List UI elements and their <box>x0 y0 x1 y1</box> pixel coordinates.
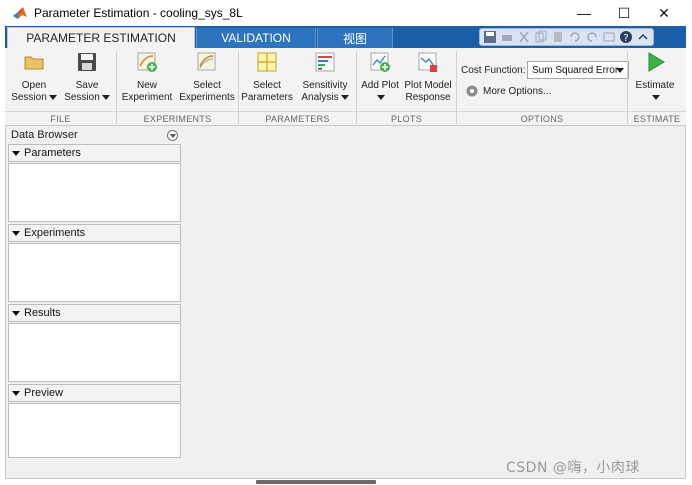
section-label-options: OPTIONS <box>457 111 627 125</box>
panel-title-parameters: Parameters <box>24 147 81 159</box>
maximize-button[interactable]: ☐ <box>604 0 644 26</box>
new-experiment-label: New Experiment <box>121 80 173 103</box>
horizontal-scrollbar[interactable] <box>256 480 376 484</box>
window-title: Parameter Estimation - cooling_sys_8L <box>34 6 243 20</box>
collapse-triangle-icon <box>12 390 20 396</box>
cost-function-dropdown[interactable]: Sum Squared Error <box>527 61 629 79</box>
select-experiments-button[interactable]: Select Experiments <box>177 50 237 112</box>
workspace-area: Data Browser Parameters Experiments Resu… <box>5 126 686 479</box>
close-button[interactable]: ✕ <box>644 0 684 26</box>
panel-title-preview: Preview <box>24 387 64 399</box>
section-label-plots: PLOTS <box>357 111 456 125</box>
data-browser-menu-icon[interactable] <box>167 130 178 141</box>
select-experiments-icon <box>197 52 216 71</box>
panel-header-experiments[interactable]: Experiments <box>8 224 181 242</box>
more-options-label: More Options... <box>483 85 552 97</box>
add-plot-icon <box>370 52 390 72</box>
tab-view[interactable]: 视图 <box>317 28 393 48</box>
matlab-logo-icon <box>13 7 27 19</box>
tab-parameter-estimation[interactable]: PARAMETER ESTIMATION <box>7 27 195 48</box>
panel-title-results: Results <box>24 307 61 319</box>
new-experiment-button[interactable]: New Experiment <box>119 50 175 112</box>
open-session-button[interactable]: Open Session <box>9 50 59 112</box>
panel-body-preview <box>8 403 181 458</box>
new-experiment-icon <box>137 52 157 72</box>
play-icon <box>648 52 665 72</box>
estimate-label: Estimate <box>636 80 674 104</box>
panel-body-experiments <box>8 243 181 302</box>
estimate-button[interactable]: Estimate <box>629 50 681 112</box>
sensitivity-analysis-button[interactable]: Sensitivity Analysis <box>297 50 353 112</box>
select-parameters-label: Select Parameters <box>241 80 293 103</box>
tab-validation[interactable]: VALIDATION <box>196 28 316 48</box>
section-label-parameters: PARAMETERS <box>239 111 356 125</box>
copy-icon[interactable] <box>534 30 548 44</box>
panel-header-parameters[interactable]: Parameters <box>8 144 181 162</box>
gear-icon <box>466 85 478 97</box>
plot-model-response-label: Plot Model Response <box>404 80 452 103</box>
parameters-grid-icon <box>257 52 277 72</box>
paste-icon[interactable] <box>551 30 565 44</box>
save-session-label: Save Session <box>64 80 110 104</box>
panel-header-results[interactable]: Results <box>8 304 181 322</box>
panel-body-parameters <box>8 163 181 222</box>
data-browser-title: Data Browser <box>11 129 78 141</box>
undo-icon[interactable] <box>568 30 582 44</box>
save-disk-icon <box>78 53 96 71</box>
ribbon-tab-strip: PARAMETER ESTIMATION VALIDATION 视图 ? <box>5 26 686 48</box>
collapse-triangle-icon <box>12 230 20 236</box>
cost-function-value: Sum Squared Error <box>532 64 619 76</box>
quick-access-toolbar: ? <box>479 28 654 46</box>
select-parameters-button[interactable]: Select Parameters <box>241 50 293 112</box>
panel-title-experiments: Experiments <box>24 227 86 239</box>
save-session-button[interactable]: Save Session <box>61 50 113 112</box>
add-plot-button[interactable]: Add Plot <box>359 50 401 112</box>
select-experiments-label: Select Experiments <box>179 80 235 103</box>
section-label-file: FILE <box>5 111 116 125</box>
cut-icon[interactable] <box>517 30 531 44</box>
sensitivity-analysis-label: Sensitivity Analysis <box>301 80 349 103</box>
save-icon[interactable] <box>483 30 497 44</box>
panel-header-preview[interactable]: Preview <box>8 384 181 402</box>
section-label-estimate: ESTIMATE <box>628 111 686 125</box>
watermark: CSDN @嗨，小肉球 <box>506 460 640 476</box>
add-plot-label: Add Plot <box>361 80 399 104</box>
help-icon[interactable]: ? <box>619 30 633 44</box>
open-folder-icon <box>24 56 44 70</box>
collapse-triangle-icon <box>12 310 20 316</box>
collapse-ribbon-icon[interactable] <box>636 30 650 44</box>
open-session-label: Open Session <box>11 80 57 104</box>
minimize-button[interactable]: — <box>564 0 604 26</box>
plot-model-response-icon <box>418 52 437 72</box>
more-options-button[interactable]: More Options... <box>465 84 551 98</box>
redo-icon[interactable] <box>585 30 599 44</box>
svg-text:?: ? <box>623 33 628 44</box>
chevron-down-icon <box>616 68 624 73</box>
cost-function-label: Cost Function: <box>461 65 526 76</box>
collapse-triangle-icon <box>12 150 20 156</box>
plot-model-response-button[interactable]: Plot Model Response <box>403 50 453 112</box>
panel-body-results <box>8 323 181 382</box>
sensitivity-bars-icon <box>315 52 335 72</box>
print-icon[interactable] <box>500 30 514 44</box>
switch-windows-icon[interactable] <box>602 30 616 44</box>
ribbon-toolstrip: Open Session Save Session FILE New Exper… <box>5 48 686 126</box>
section-label-experiments: EXPERIMENTS <box>117 111 238 125</box>
